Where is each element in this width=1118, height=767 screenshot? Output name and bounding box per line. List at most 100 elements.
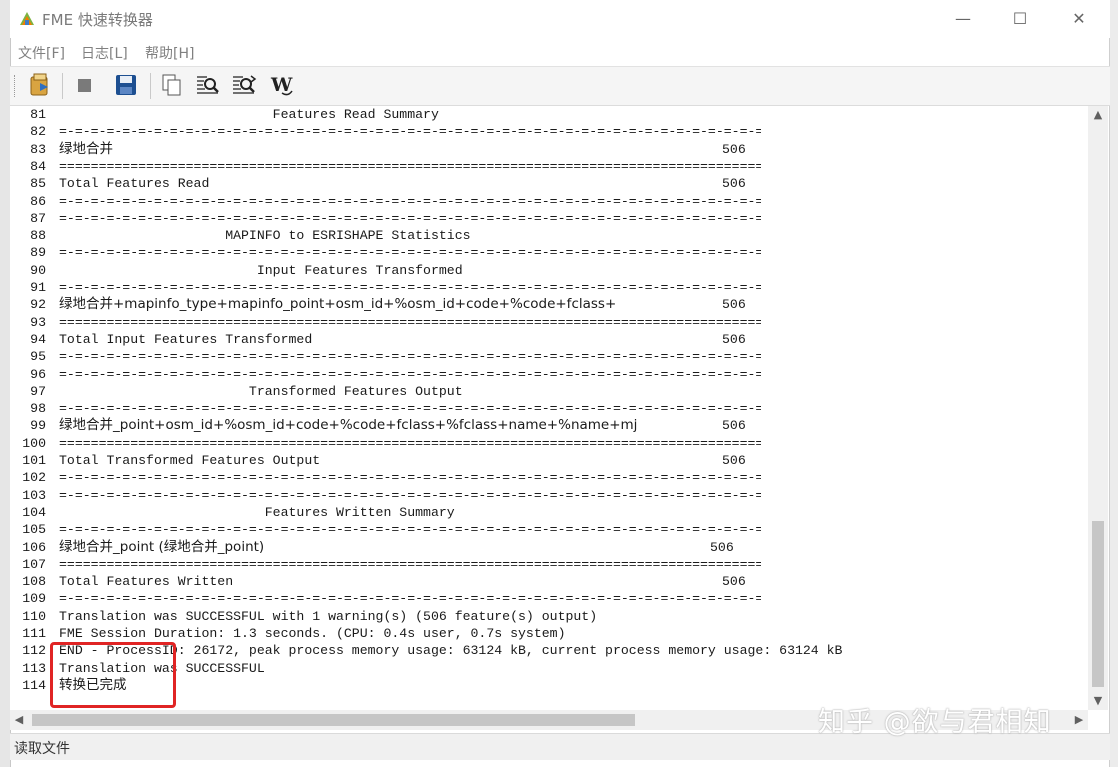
- horizontal-scroll-thumb[interactable]: [32, 714, 635, 726]
- log-text: =-=-=-=-=-=-=-=-=-=-=-=-=-=-=-=-=-=-=-=-…: [59, 470, 761, 486]
- wrap-icon[interactable]: W: [268, 71, 296, 99]
- log-line: 86 =-=-=-=-=-=-=-=-=-=-=-=-=-=-=-=-=-=-=-…: [10, 193, 1088, 210]
- log-text: =-=-=-=-=-=-=-=-=-=-=-=-=-=-=-=-=-=-=-=-…: [59, 522, 761, 538]
- log-line: 111 FME Session Duration: 1.3 seconds. (C…: [10, 625, 1088, 642]
- line-number: 98: [30, 401, 46, 417]
- line-number: 100: [22, 435, 46, 451]
- log-line: 89 =-=-=-=-=-=-=-=-=-=-=-=-=-=-=-=-=-=-=-…: [10, 244, 1088, 261]
- log-line: 104 Features Written Summary: [10, 504, 1088, 521]
- line-number: 103: [22, 487, 46, 503]
- log-line: 109 =-=-=-=-=-=-=-=-=-=-=-=-=-=-=-=-=-=-=…: [10, 590, 1088, 607]
- log-text: Translation was SUCCESSFUL with 1 warnin…: [59, 608, 598, 624]
- log-line: 95 =-=-=-=-=-=-=-=-=-=-=-=-=-=-=-=-=-=-=-…: [10, 348, 1088, 365]
- find-next-icon[interactable]: [230, 71, 258, 99]
- log-line: 107 =====================================…: [10, 556, 1088, 573]
- line-number: 106: [22, 539, 46, 555]
- fme-app-icon: [20, 12, 34, 25]
- log-text: MAPINFO to ESRISHAPE Statistics: [59, 228, 471, 244]
- log-text: =-=-=-=-=-=-=-=-=-=-=-=-=-=-=-=-=-=-=-=-…: [59, 349, 761, 365]
- log-line: 83 绿地合并 506: [10, 141, 1088, 158]
- line-number: 89: [30, 245, 46, 261]
- line-number: 81: [30, 107, 46, 122]
- log-line: 100 =====================================…: [10, 435, 1088, 452]
- log-line: 98 =-=-=-=-=-=-=-=-=-=-=-=-=-=-=-=-=-=-=-…: [10, 400, 1088, 417]
- toolbar-grip[interactable]: [14, 75, 17, 97]
- toolbar: W: [10, 66, 1110, 106]
- feature-count: 506: [722, 297, 746, 313]
- line-number: 93: [30, 314, 46, 330]
- log-line: 106 绿地合并_point (绿地合并_point) 506: [10, 539, 1088, 556]
- copy-icon[interactable]: [158, 71, 186, 99]
- log-text: 绿地合并_point (绿地合并_point): [59, 538, 265, 555]
- success-highlight-box: [50, 642, 176, 708]
- log-line: 93 ======================================…: [10, 314, 1088, 331]
- find-icon[interactable]: [194, 71, 222, 99]
- status-text: 读取文件: [14, 741, 70, 757]
- fme-quick-translator-window: FME 快速转换器 — ☐ ✕ 文件[F] 日志[L] 帮助[H] W 81 F…: [0, 0, 1118, 767]
- line-number: 94: [30, 331, 46, 347]
- feature-count: 506: [722, 141, 746, 157]
- toolbar-separator: [62, 73, 63, 99]
- stop-icon[interactable]: [70, 71, 98, 99]
- line-number: 84: [30, 158, 46, 174]
- scroll-down-icon[interactable]: ▼: [1088, 692, 1108, 710]
- line-number: 101: [22, 453, 46, 468]
- log-text: =-=-=-=-=-=-=-=-=-=-=-=-=-=-=-=-=-=-=-=-…: [59, 210, 761, 226]
- menu-log[interactable]: 日志[L]: [81, 43, 128, 63]
- log-output[interactable]: 81 Features Read Summary 82 =-=-=-=-=-=-=-…: [10, 106, 1088, 710]
- scroll-left-icon[interactable]: ◀: [10, 710, 28, 730]
- log-text: =-=-=-=-=-=-=-=-=-=-=-=-=-=-=-=-=-=-=-=-…: [59, 193, 761, 209]
- line-number: 110: [22, 608, 46, 624]
- line-number: 107: [22, 556, 46, 572]
- log-text: Features Written Summary: [59, 504, 455, 520]
- line-number: 114: [22, 677, 46, 693]
- line-number: 96: [30, 366, 46, 382]
- line-number: 108: [22, 574, 46, 590]
- log-text: 绿地合并+mapinfo_type+mapinfo_point+osm_id+%…: [59, 296, 617, 313]
- vertical-scroll-thumb[interactable]: [1092, 521, 1104, 687]
- log-line: 87 =-=-=-=-=-=-=-=-=-=-=-=-=-=-=-=-=-=-=-…: [10, 210, 1088, 227]
- log-text: ========================================…: [59, 435, 761, 451]
- line-number: 113: [22, 660, 46, 676]
- close-button[interactable]: ✕: [1056, 0, 1102, 38]
- line-number: 112: [22, 643, 46, 659]
- log-line: 97 Transformed Features Output: [10, 383, 1088, 400]
- log-line: 91 =-=-=-=-=-=-=-=-=-=-=-=-=-=-=-=-=-=-=-…: [10, 279, 1088, 296]
- feature-count: 506: [722, 453, 746, 468]
- log-line: 92 绿地合并+mapinfo_type+mapinfo_point+osm_id…: [10, 296, 1088, 313]
- scroll-up-icon[interactable]: ▲: [1088, 106, 1108, 124]
- toolbar-separator: [150, 73, 151, 99]
- log-text: Total Features Written: [59, 574, 234, 590]
- menu-help[interactable]: 帮助[H]: [145, 43, 194, 63]
- line-number: 83: [30, 141, 46, 157]
- log-text: =-=-=-=-=-=-=-=-=-=-=-=-=-=-=-=-=-=-=-=-…: [59, 245, 761, 261]
- feature-count: 506: [722, 331, 746, 347]
- line-number: 85: [30, 176, 46, 192]
- menu-bar: 文件[F] 日志[L] 帮助[H]: [10, 40, 1110, 64]
- log-line: 99 绿地合并_point+osm_id+%osm_id+code+%code+f…: [10, 417, 1088, 434]
- vertical-scrollbar[interactable]: ▲ ▼: [1088, 106, 1108, 710]
- maximize-button[interactable]: ☐: [997, 0, 1043, 38]
- scroll-right-icon[interactable]: ▶: [1070, 710, 1088, 730]
- log-line: 102 =-=-=-=-=-=-=-=-=-=-=-=-=-=-=-=-=-=-=…: [10, 469, 1088, 486]
- log-line: 105 =-=-=-=-=-=-=-=-=-=-=-=-=-=-=-=-=-=-=…: [10, 521, 1088, 538]
- feature-count: 506: [722, 176, 746, 192]
- line-number: 87: [30, 210, 46, 226]
- log-line: 85 Total Features Read 506: [10, 175, 1088, 192]
- log-text: END - ProcessID: 26172, peak process mem…: [59, 643, 843, 659]
- minimize-button[interactable]: —: [940, 0, 986, 38]
- translate-icon[interactable]: [26, 71, 54, 99]
- log-line: 101 Total Transformed Features Output 506: [10, 452, 1088, 469]
- feature-count: 506: [722, 418, 746, 434]
- log-line: 96 =-=-=-=-=-=-=-=-=-=-=-=-=-=-=-=-=-=-=-…: [10, 366, 1088, 383]
- line-number: 109: [22, 591, 46, 607]
- line-number: 90: [30, 262, 46, 278]
- save-icon[interactable]: [112, 71, 140, 99]
- line-number: 105: [22, 522, 46, 538]
- log-line: 81 Features Read Summary: [10, 106, 1088, 123]
- log-text: Total Transformed Features Output: [59, 453, 321, 468]
- log-text: 绿地合并_point+osm_id+%osm_id+code+%code+fcl…: [59, 417, 638, 434]
- watermark: 知乎 @欲与君相知: [818, 707, 1052, 738]
- menu-file[interactable]: 文件[F]: [18, 43, 65, 63]
- feature-count: 506: [710, 539, 734, 555]
